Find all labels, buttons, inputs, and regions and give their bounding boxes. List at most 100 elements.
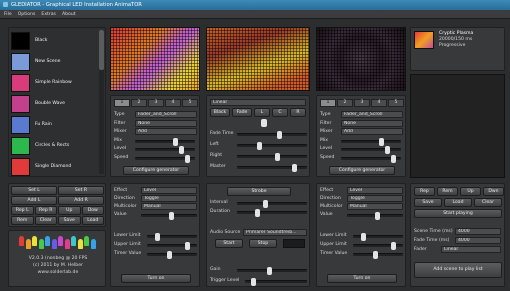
slider-knob[interactable] <box>379 137 384 146</box>
trigger-level-slider[interactable] <box>245 278 307 286</box>
deck-select[interactable]: Fader_and_Scroll <box>135 111 197 118</box>
deck-slider[interactable] <box>341 146 401 154</box>
deck-tab[interactable]: 1 <box>114 99 130 107</box>
scene-button[interactable]: Add R <box>58 196 104 205</box>
slider-knob[interactable] <box>375 212 380 220</box>
audio-stop-button[interactable]: Stop <box>249 239 277 248</box>
effect-slider[interactable] <box>347 212 403 220</box>
crossfader-button[interactable]: Fade <box>232 108 252 117</box>
crossfader-slider[interactable] <box>237 153 307 161</box>
playlist-field[interactable]: Linear <box>441 246 501 253</box>
slider-knob[interactable] <box>277 131 282 139</box>
scene-button[interactable]: Set R <box>58 186 104 195</box>
deck-tab[interactable]: 5 <box>182 99 198 107</box>
animation-item[interactable]: Fu Rain <box>9 114 97 136</box>
slider-knob[interactable] <box>292 164 297 172</box>
deck-tab[interactable]: 3 <box>354 99 370 107</box>
deck-tab[interactable]: 3 <box>148 99 164 107</box>
scene-button[interactable]: Rem <box>11 216 34 225</box>
scene-button[interactable]: Up <box>58 206 81 215</box>
playlist-button[interactable]: Clear <box>474 198 502 207</box>
slider-knob[interactable] <box>391 154 396 163</box>
deck-select[interactable]: Add <box>341 128 403 135</box>
scene-button[interactable]: Rep L <box>11 206 34 215</box>
add-scene-button[interactable]: Add scene to play list <box>414 262 502 278</box>
playlist-button[interactable]: Dwn <box>483 187 504 196</box>
crossfader-button[interactable]: L <box>254 108 270 117</box>
deck-slider[interactable] <box>135 154 195 163</box>
crossfader-slider[interactable] <box>237 164 307 172</box>
deck-slider[interactable] <box>135 137 195 146</box>
turn-on-button[interactable]: Turn on <box>121 274 191 283</box>
menu-extras[interactable]: Extras <box>41 12 56 17</box>
start-playing-button[interactable]: Start playing <box>414 209 502 218</box>
scene-button[interactable]: Clear <box>34 216 57 225</box>
gain-slider[interactable] <box>237 267 307 275</box>
deck-tab[interactable]: 4 <box>371 99 387 107</box>
slider-knob[interactable] <box>373 251 378 259</box>
slider-knob[interactable] <box>179 146 184 154</box>
scene-button[interactable]: Load <box>81 216 104 225</box>
deck-select[interactable]: Fader_and_Scroll <box>341 111 403 118</box>
playlist-button[interactable]: Rem <box>437 187 458 196</box>
effect-select[interactable]: Manual <box>141 203 197 210</box>
menu-file[interactable]: File <box>4 12 12 17</box>
scene-button[interactable]: Dow <box>81 206 104 215</box>
effect-select[interactable]: Level <box>141 187 197 194</box>
slider-knob[interactable] <box>155 233 160 241</box>
deck-tab[interactable]: 5 <box>388 99 404 107</box>
slider-knob[interactable] <box>263 200 268 208</box>
effect-select[interactable]: Level <box>347 187 403 194</box>
slider-knob[interactable] <box>257 142 262 150</box>
crossfader-button[interactable]: Black <box>210 108 230 117</box>
animation-item[interactable]: Circles & Rects <box>9 135 97 157</box>
effect-limit-slider[interactable] <box>353 233 403 241</box>
deck-select[interactable]: None <box>135 119 197 127</box>
effect-limit-slider[interactable] <box>147 242 197 250</box>
scene-button[interactable]: Rep R <box>34 206 57 215</box>
menu-about[interactable]: About <box>62 12 76 17</box>
crossfader-mode-select[interactable]: Linear <box>210 99 306 106</box>
animation-item[interactable]: Bouble Wave <box>9 93 97 115</box>
playlist-button[interactable]: Up <box>460 187 481 196</box>
effect-limit-slider[interactable] <box>147 251 197 259</box>
effect-select[interactable]: Manual <box>347 203 403 210</box>
playlist-area[interactable] <box>410 74 505 178</box>
configure-generator-button[interactable]: Configure generator <box>123 166 189 175</box>
deck-tab[interactable]: 4 <box>165 99 181 107</box>
effect-limit-slider[interactable] <box>147 233 197 241</box>
playlist-field[interactable]: 4000 <box>455 237 501 244</box>
animation-item[interactable]: Simple Rainbow <box>9 72 97 94</box>
crossfader-slider[interactable] <box>237 131 307 139</box>
effect-limit-slider[interactable] <box>353 251 403 259</box>
slider-knob[interactable] <box>255 209 260 217</box>
crossfader-button[interactable]: C <box>272 108 288 117</box>
crossfader-slider[interactable] <box>237 142 307 150</box>
scrollbar[interactable] <box>99 30 104 174</box>
animation-item[interactable]: New Scene <box>9 51 97 73</box>
effect-select[interactable]: Toggle <box>347 195 403 202</box>
slider-knob[interactable] <box>167 251 172 259</box>
effect-limit-slider[interactable] <box>353 242 403 250</box>
playlist-field[interactable]: 4000 <box>455 228 501 235</box>
slider-knob[interactable] <box>251 278 256 286</box>
strobe-button[interactable]: Strobe <box>227 187 291 196</box>
slider-knob[interactable] <box>185 242 190 250</box>
deck-tab[interactable]: 2 <box>337 99 353 107</box>
playlist-button[interactable]: Save <box>414 198 442 207</box>
deck-select[interactable]: Add <box>135 128 197 135</box>
slider-knob[interactable] <box>185 154 190 163</box>
slider-knob[interactable] <box>173 137 178 146</box>
scene-button[interactable]: Add L <box>11 196 57 205</box>
slider-knob[interactable] <box>385 146 390 154</box>
effect-slider[interactable] <box>141 212 197 220</box>
scene-button[interactable]: Save <box>58 216 81 225</box>
effect-select[interactable]: Toggle <box>141 195 197 202</box>
audio-source-select[interactable]: Primärer Soundtreib... <box>243 229 307 236</box>
slider-knob[interactable] <box>391 242 396 250</box>
slider-knob[interactable] <box>275 153 280 161</box>
turn-on-button[interactable]: Turn on <box>327 274 397 283</box>
animation-item[interactable]: Black <box>9 30 97 52</box>
scene-button[interactable]: Set L <box>11 186 57 195</box>
slider-knob[interactable] <box>267 267 272 275</box>
